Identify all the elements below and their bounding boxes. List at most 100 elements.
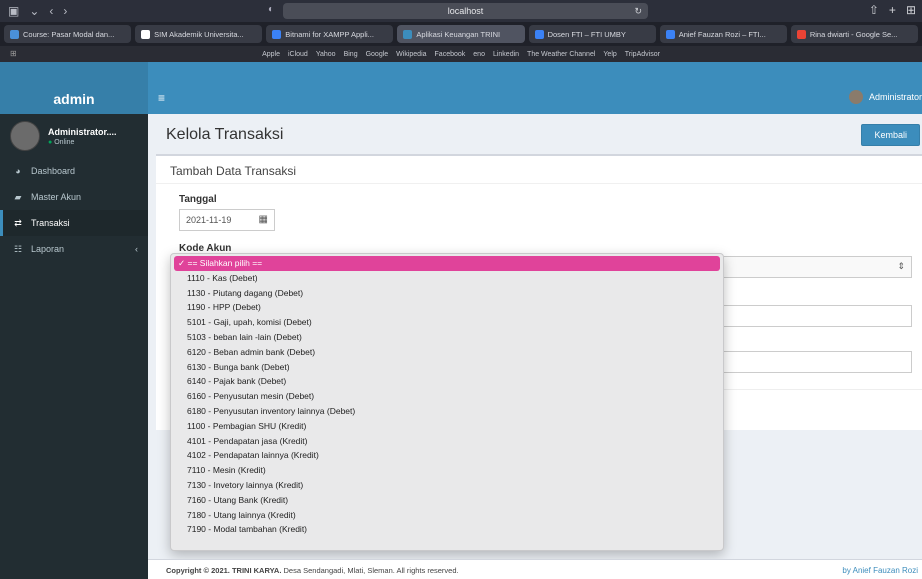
tab-label: Rina dwiarti - Google Se...	[809, 29, 898, 39]
dropdown-option[interactable]: 7110 - Mesin (Kredit)	[171, 463, 723, 478]
tab-label: Dosen FTI – FTI UMBY	[547, 29, 626, 39]
dashboard-icon: ◕	[15, 166, 21, 176]
sidebar-item-label: Transaksi	[31, 218, 70, 228]
form-field-2[interactable]	[712, 305, 912, 327]
book-icon: ▰	[14, 191, 22, 202]
favicon-icon	[403, 29, 413, 39]
user-panel: Administrator.... ● Online	[0, 114, 148, 158]
bookmark-link[interactable]: Bing	[344, 51, 358, 58]
bookmark-link[interactable]: Facebook	[435, 51, 466, 58]
date-field[interactable]: 2021-11-19 ▦	[179, 209, 275, 231]
dropdown-option[interactable]: 7160 - Utang Bank (Kredit)	[171, 493, 723, 508]
bookmark-link[interactable]: eno	[473, 51, 485, 58]
sidebar-item-label: Laporan	[31, 244, 65, 254]
browser-tab[interactable]: Course: Pasar Modal dan...	[4, 25, 132, 43]
bookmark-link[interactable]: TripAdvisor	[625, 51, 660, 58]
brand-logo[interactable]: admin	[0, 84, 148, 114]
dropdown-option[interactable]: 1190 - HPP (Debet)	[171, 300, 723, 315]
online-status: ● Online	[48, 139, 117, 146]
menu-toggle-icon[interactable]: ≡	[158, 91, 165, 105]
bookmark-link[interactable]: The Weather Channel	[527, 51, 595, 58]
browser-tab[interactable]: SIM Akademik Universita...	[135, 25, 263, 43]
dropdown-option[interactable]: 6160 - Penyusutan mesin (Debet)	[171, 389, 723, 404]
sidebar-item-label: Dashboard	[31, 166, 76, 176]
grid-icon[interactable]: ⊞	[10, 49, 17, 58]
tab-label: Course: Pasar Modal dan...	[23, 29, 115, 39]
account-code-select[interactable]: ⇕	[712, 256, 912, 278]
sidebar-item-dashboard[interactable]: ◕ Dashboard	[0, 158, 148, 184]
divider	[712, 389, 922, 390]
dropdown-option[interactable]: 1130 - Piutang dagang (Debet)	[171, 286, 723, 301]
company-address: Desa Sendangadi, Mlati, Sleman. All righ…	[283, 566, 459, 575]
bookmark-link[interactable]: Yahoo	[316, 51, 336, 58]
browser-tab[interactable]: Dosen FTI – FTI UMBY	[528, 25, 656, 43]
sidebar-toggle-icon[interactable]: ▣	[8, 4, 19, 18]
forward-icon[interactable]: ›	[63, 4, 67, 18]
page-title: Kelola Transaksi	[166, 126, 284, 143]
dropdown-option[interactable]: 6180 - Penyusutan inventory lainnya (Deb…	[171, 404, 723, 419]
dropdown-option[interactable]: 7180 - Utang lainnya (Kredit)	[171, 508, 723, 523]
dropdown-option[interactable]: 7130 - Invetory lainnya (Kredit)	[171, 478, 723, 493]
dropdown-option[interactable]: 5101 - Gaji, upah, komisi (Debet)	[171, 315, 723, 330]
calendar-icon[interactable]: ▦	[259, 210, 268, 230]
tab-label: Anief Fauzan Rozi – FTI...	[678, 29, 766, 39]
favicon-icon	[10, 29, 19, 39]
bookmarks-bar: ⊞ Apple iCloud Yahoo Bing Google Wikipedia Fac…	[0, 46, 922, 62]
dropdown-option[interactable]: 7190 - Modal tambahan (Kredit)	[171, 522, 723, 537]
chevron-down-icon[interactable]: ⌄	[29, 4, 39, 18]
dropdown-option[interactable]: ✓ == Silahkan pilih ==	[174, 256, 720, 271]
account-code-dropdown[interactable]: ✓ == Silahkan pilih == 1110 - Kas (Debet)…	[170, 253, 724, 551]
back-icon[interactable]: ‹	[49, 4, 53, 18]
bookmark-link[interactable]: Apple	[262, 51, 280, 58]
bookmark-link[interactable]: Yelp	[603, 51, 616, 58]
browser-tab[interactable]: Bitnami for XAMPP Appli...	[266, 25, 394, 43]
status-dot-icon: ●	[48, 138, 53, 146]
status-text: Online	[54, 138, 75, 146]
content-header: Kelola Transaksi Kembali	[148, 114, 922, 154]
browser-tab[interactable]: Anief Fauzan Rozi – FTI...	[659, 25, 787, 43]
dropdown-option[interactable]: 1100 - Pembagian SHU (Kredit)	[171, 419, 723, 434]
copyright-prefix: Copyright © 2021.	[166, 566, 230, 575]
new-tab-icon[interactable]: +	[889, 3, 896, 17]
tab-label: Aplikasi Keuangan TRINI	[416, 29, 501, 39]
select-arrows-icon: ⇕	[897, 261, 905, 271]
bookmark-link[interactable]: iCloud	[288, 51, 308, 58]
dropdown-option[interactable]: 6130 - Bunga bank (Debet)	[171, 360, 723, 375]
sidebar-item-label: Master Akun	[31, 192, 82, 202]
shield-icon: ◐	[268, 4, 275, 15]
date-value: 2021-11-19	[186, 215, 232, 225]
url-text: localhost	[447, 6, 484, 16]
favicon-icon	[272, 29, 282, 39]
tab-overview-icon[interactable]: ⊞	[906, 3, 916, 17]
dropdown-option[interactable]: 4102 - Pendapatan lainnya (Kredit)	[171, 448, 723, 463]
report-icon: ☷	[13, 243, 23, 254]
dropdown-option[interactable]: 5103 - beban lain -lain (Debet)	[171, 330, 723, 345]
bookmark-link[interactable]: Google	[366, 51, 389, 58]
form-field-3[interactable]	[712, 351, 912, 373]
avatar	[848, 90, 863, 104]
divider	[156, 183, 922, 184]
sidebar-item-laporan[interactable]: ☷ Laporan ‹	[0, 236, 148, 262]
reload-icon[interactable]: ↻	[634, 3, 642, 19]
bookmark-link[interactable]: Wikipedia	[396, 51, 426, 58]
browser-tab[interactable]: Rina dwiarti - Google Se...	[790, 25, 918, 43]
dropdown-option[interactable]: 6120 - Beban admin bank (Debet)	[171, 345, 723, 360]
dropdown-option[interactable]: 6140 - Pajak bank (Debet)	[171, 374, 723, 389]
tab-label: Bitnami for XAMPP Appli...	[285, 29, 374, 39]
tab-label: SIM Akademik Universita...	[154, 29, 244, 39]
user-menu[interactable]: Administrator	[848, 90, 922, 104]
credit-link[interactable]: by Anief Fauzan Rozi	[842, 566, 918, 575]
user-name: Administrator....	[48, 126, 117, 137]
address-bar[interactable]: localhost ↻	[283, 3, 648, 19]
share-icon[interactable]: ⇧	[869, 3, 879, 17]
back-button[interactable]: Kembali	[861, 124, 920, 146]
favicon-icon	[665, 29, 675, 39]
dropdown-option[interactable]: 4101 - Pendapatan jasa (Kredit)	[171, 434, 723, 449]
chevron-left-icon: ‹	[135, 244, 138, 254]
sidebar-item-master-akun[interactable]: ▰ Master Akun	[0, 184, 148, 210]
browser-tab[interactable]: Aplikasi Keuangan TRINI	[397, 25, 525, 43]
user-menu-label: Administrator	[868, 92, 922, 102]
sidebar-item-transaksi[interactable]: ⇄ Transaksi	[0, 210, 148, 236]
bookmark-link[interactable]: Linkedin	[493, 51, 519, 58]
dropdown-option[interactable]: 1110 - Kas (Debet)	[171, 271, 723, 286]
